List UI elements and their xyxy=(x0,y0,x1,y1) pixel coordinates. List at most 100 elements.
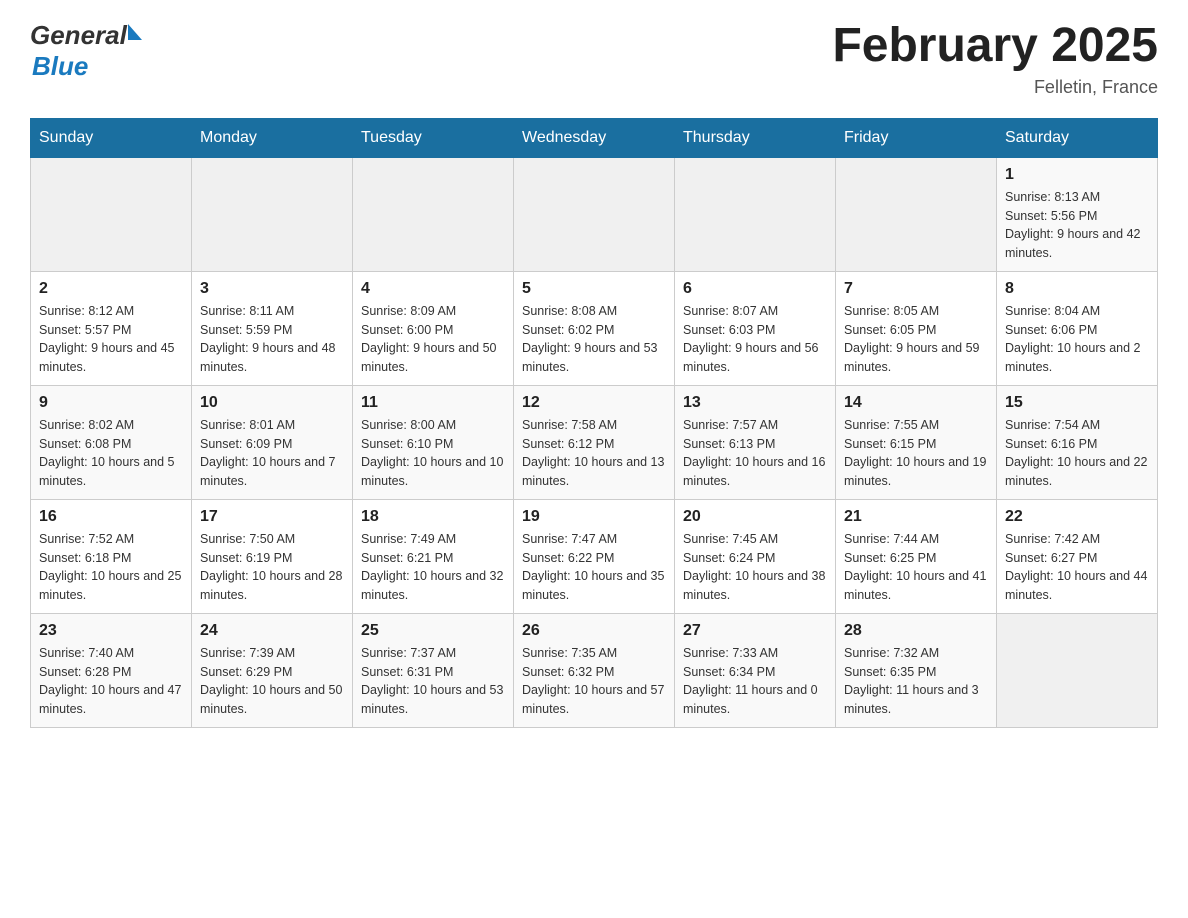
day-number: 21 xyxy=(844,508,988,526)
calendar-cell: 25 Sunrise: 7:37 AM Sunset: 6:31 PM Dayli… xyxy=(353,613,514,727)
day-number: 28 xyxy=(844,622,988,640)
day-number: 15 xyxy=(1005,394,1149,412)
calendar-cell: 21 Sunrise: 7:44 AM Sunset: 6:25 PM Dayli… xyxy=(836,499,997,613)
day-header-wednesday: Wednesday xyxy=(514,118,675,157)
day-number: 7 xyxy=(844,280,988,298)
location-text: Felletin, France xyxy=(832,77,1158,98)
day-info: Sunrise: 8:11 AM Sunset: 5:59 PM Dayligh… xyxy=(200,302,344,377)
calendar-body: 1 Sunrise: 8:13 AM Sunset: 5:56 PM Daylig… xyxy=(31,157,1158,727)
day-number: 6 xyxy=(683,280,827,298)
day-header-thursday: Thursday xyxy=(675,118,836,157)
month-title: February 2025 xyxy=(832,20,1158,73)
day-number: 25 xyxy=(361,622,505,640)
calendar-week-1: 1 Sunrise: 8:13 AM Sunset: 5:56 PM Daylig… xyxy=(31,157,1158,271)
calendar-cell xyxy=(675,157,836,271)
calendar-cell xyxy=(31,157,192,271)
day-info: Sunrise: 7:54 AM Sunset: 6:16 PM Dayligh… xyxy=(1005,416,1149,491)
calendar-cell: 12 Sunrise: 7:58 AM Sunset: 6:12 PM Dayli… xyxy=(514,385,675,499)
calendar-cell: 1 Sunrise: 8:13 AM Sunset: 5:56 PM Daylig… xyxy=(997,157,1158,271)
day-number: 5 xyxy=(522,280,666,298)
day-number: 26 xyxy=(522,622,666,640)
calendar-cell: 20 Sunrise: 7:45 AM Sunset: 6:24 PM Dayli… xyxy=(675,499,836,613)
day-number: 11 xyxy=(361,394,505,412)
day-header-saturday: Saturday xyxy=(997,118,1158,157)
day-number: 1 xyxy=(1005,166,1149,184)
day-info: Sunrise: 7:40 AM Sunset: 6:28 PM Dayligh… xyxy=(39,644,183,719)
day-number: 16 xyxy=(39,508,183,526)
logo: General Blue xyxy=(30,20,142,82)
logo-general-text: General xyxy=(30,20,127,51)
calendar-cell: 26Sunrise: 7:35 AM Sunset: 6:32 PM Dayli… xyxy=(514,613,675,727)
calendar-cell: 2 Sunrise: 8:12 AM Sunset: 5:57 PM Daylig… xyxy=(31,271,192,385)
day-info: Sunrise: 7:57 AM Sunset: 6:13 PM Dayligh… xyxy=(683,416,827,491)
day-header-monday: Monday xyxy=(192,118,353,157)
calendar-table: SundayMondayTuesdayWednesdayThursdayFrid… xyxy=(30,118,1158,728)
day-number: 2 xyxy=(39,280,183,298)
day-info: Sunrise: 8:02 AM Sunset: 6:08 PM Dayligh… xyxy=(39,416,183,491)
day-info: Sunrise: 8:01 AM Sunset: 6:09 PM Dayligh… xyxy=(200,416,344,491)
day-info: Sunrise: 8:13 AM Sunset: 5:56 PM Dayligh… xyxy=(1005,188,1149,263)
calendar-cell: 23 Sunrise: 7:40 AM Sunset: 6:28 PM Dayli… xyxy=(31,613,192,727)
calendar-header: SundayMondayTuesdayWednesdayThursdayFrid… xyxy=(31,118,1158,157)
logo-blue-text: Blue xyxy=(32,51,88,81)
day-number: 19 xyxy=(522,508,666,526)
day-number: 14 xyxy=(844,394,988,412)
day-number: 13 xyxy=(683,394,827,412)
calendar-cell: 13 Sunrise: 7:57 AM Sunset: 6:13 PM Dayli… xyxy=(675,385,836,499)
day-number: 23 xyxy=(39,622,183,640)
day-number: 18 xyxy=(361,508,505,526)
day-info: Sunrise: 7:33 AM Sunset: 6:34 PM Dayligh… xyxy=(683,644,827,719)
day-info: Sunrise: 7:58 AM Sunset: 6:12 PM Dayligh… xyxy=(522,416,666,491)
day-number: 24 xyxy=(200,622,344,640)
calendar-cell: 19Sunrise: 7:47 AM Sunset: 6:22 PM Dayli… xyxy=(514,499,675,613)
day-info: Sunrise: 8:05 AM Sunset: 6:05 PM Dayligh… xyxy=(844,302,988,377)
calendar-cell: 10 Sunrise: 8:01 AM Sunset: 6:09 PM Dayli… xyxy=(192,385,353,499)
calendar-cell: 18Sunrise: 7:49 AM Sunset: 6:21 PM Dayli… xyxy=(353,499,514,613)
calendar-week-3: 9 Sunrise: 8:02 AM Sunset: 6:08 PM Daylig… xyxy=(31,385,1158,499)
day-info: Sunrise: 8:04 AM Sunset: 6:06 PM Dayligh… xyxy=(1005,302,1149,377)
day-info: Sunrise: 7:32 AM Sunset: 6:35 PM Dayligh… xyxy=(844,644,988,719)
day-header-friday: Friday xyxy=(836,118,997,157)
calendar-cell: 24 Sunrise: 7:39 AM Sunset: 6:29 PM Dayli… xyxy=(192,613,353,727)
day-number: 27 xyxy=(683,622,827,640)
calendar-cell: 17 Sunrise: 7:50 AM Sunset: 6:19 PM Dayli… xyxy=(192,499,353,613)
calendar-cell xyxy=(997,613,1158,727)
calendar-cell: 28 Sunrise: 7:32 AM Sunset: 6:35 PM Dayli… xyxy=(836,613,997,727)
calendar-cell: 5 Sunrise: 8:08 AM Sunset: 6:02 PM Daylig… xyxy=(514,271,675,385)
day-header-tuesday: Tuesday xyxy=(353,118,514,157)
calendar-cell xyxy=(192,157,353,271)
calendar-cell xyxy=(353,157,514,271)
day-info: Sunrise: 8:12 AM Sunset: 5:57 PM Dayligh… xyxy=(39,302,183,377)
day-number: 9 xyxy=(39,394,183,412)
day-number: 10 xyxy=(200,394,344,412)
calendar-cell: 22Sunrise: 7:42 AM Sunset: 6:27 PM Dayli… xyxy=(997,499,1158,613)
day-info: Sunrise: 7:37 AM Sunset: 6:31 PM Dayligh… xyxy=(361,644,505,719)
title-section: February 2025 Felletin, France xyxy=(832,20,1158,98)
day-info: Sunrise: 7:45 AM Sunset: 6:24 PM Dayligh… xyxy=(683,530,827,605)
day-number: 4 xyxy=(361,280,505,298)
day-info: Sunrise: 8:07 AM Sunset: 6:03 PM Dayligh… xyxy=(683,302,827,377)
day-header-row: SundayMondayTuesdayWednesdayThursdayFrid… xyxy=(31,118,1158,157)
day-number: 20 xyxy=(683,508,827,526)
calendar-cell: 4Sunrise: 8:09 AM Sunset: 6:00 PM Daylig… xyxy=(353,271,514,385)
page-header: General Blue February 2025 Felletin, Fra… xyxy=(30,20,1158,98)
day-header-sunday: Sunday xyxy=(31,118,192,157)
day-info: Sunrise: 7:55 AM Sunset: 6:15 PM Dayligh… xyxy=(844,416,988,491)
calendar-cell: 14 Sunrise: 7:55 AM Sunset: 6:15 PM Dayli… xyxy=(836,385,997,499)
day-number: 17 xyxy=(200,508,344,526)
day-info: Sunrise: 7:39 AM Sunset: 6:29 PM Dayligh… xyxy=(200,644,344,719)
calendar-week-5: 23 Sunrise: 7:40 AM Sunset: 6:28 PM Dayli… xyxy=(31,613,1158,727)
calendar-week-4: 16Sunrise: 7:52 AM Sunset: 6:18 PM Dayli… xyxy=(31,499,1158,613)
calendar-cell: 6 Sunrise: 8:07 AM Sunset: 6:03 PM Daylig… xyxy=(675,271,836,385)
calendar-cell xyxy=(514,157,675,271)
day-number: 22 xyxy=(1005,508,1149,526)
day-info: Sunrise: 8:08 AM Sunset: 6:02 PM Dayligh… xyxy=(522,302,666,377)
day-number: 12 xyxy=(522,394,666,412)
day-info: Sunrise: 7:44 AM Sunset: 6:25 PM Dayligh… xyxy=(844,530,988,605)
day-info: Sunrise: 7:50 AM Sunset: 6:19 PM Dayligh… xyxy=(200,530,344,605)
calendar-cell: 11Sunrise: 8:00 AM Sunset: 6:10 PM Dayli… xyxy=(353,385,514,499)
calendar-cell: 16Sunrise: 7:52 AM Sunset: 6:18 PM Dayli… xyxy=(31,499,192,613)
day-number: 8 xyxy=(1005,280,1149,298)
logo-arrow-icon xyxy=(128,24,142,40)
day-number: 3 xyxy=(200,280,344,298)
